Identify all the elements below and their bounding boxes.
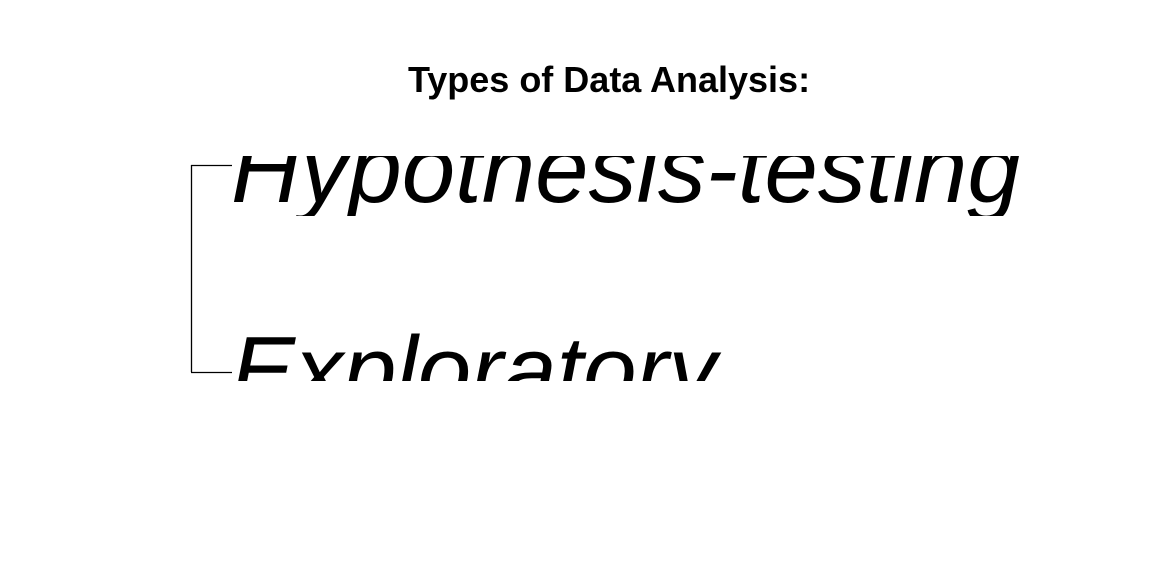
branch-node-1: Hypothesis-testing (225, 156, 1125, 216)
branch-label-hypothesis-testing: Hypothesis-testing (231, 156, 1021, 216)
diagram-canvas: Types of Data Analysis: Hypothesis-testi… (0, 0, 1152, 576)
tree-connectors (190, 164, 232, 374)
branch-node-2: Exploratory (225, 318, 1125, 382)
branch-label-exploratory: Exploratory (231, 318, 717, 382)
